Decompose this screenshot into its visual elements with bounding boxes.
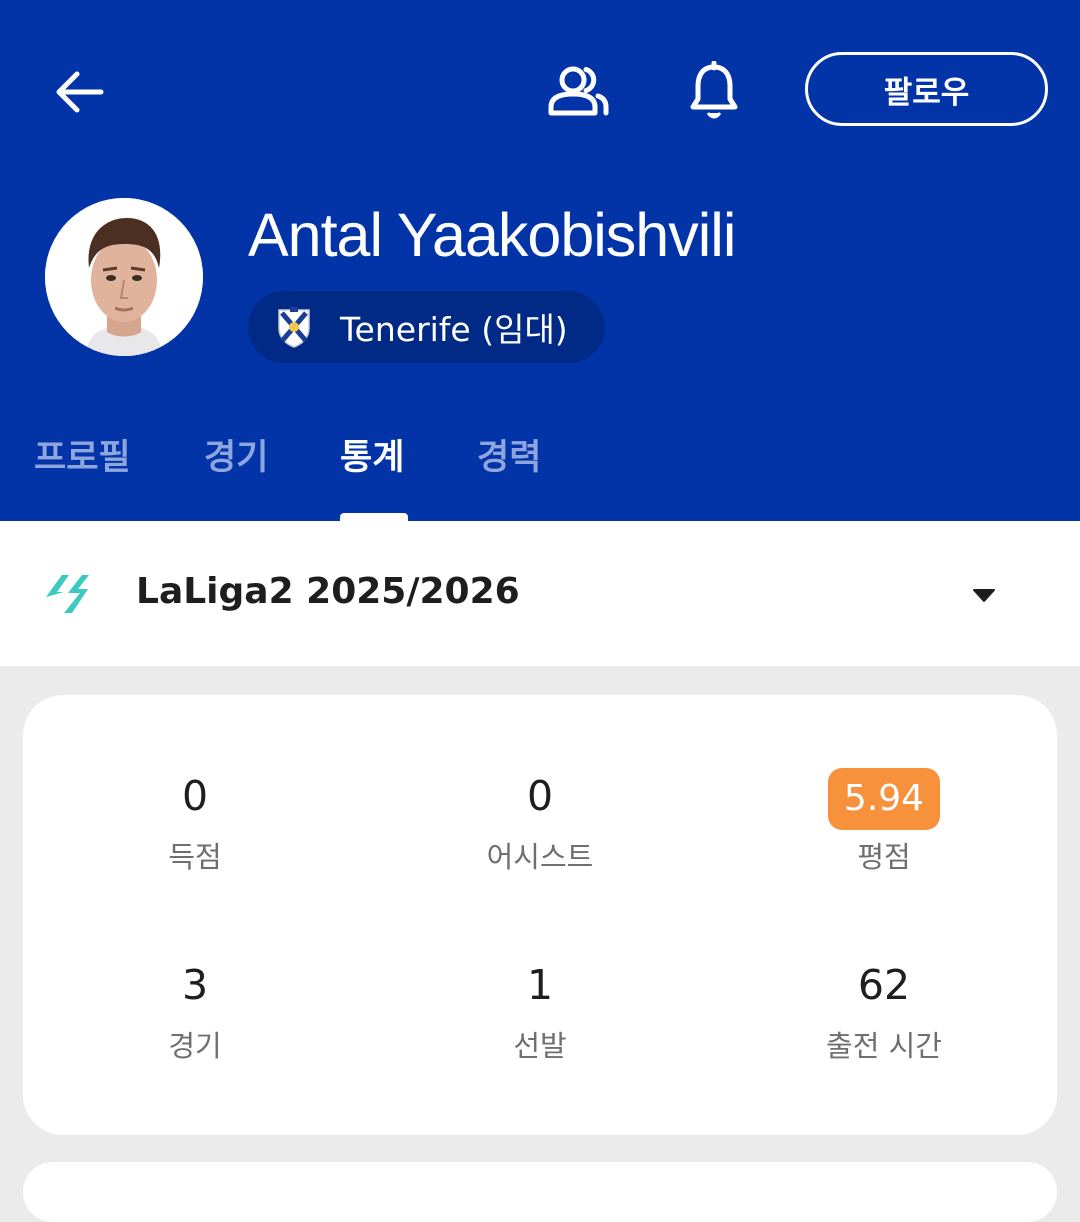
stat-value: 62 [857, 961, 911, 1009]
laliga-logo-icon [46, 575, 89, 613]
stat-goals: 0 득점 [45, 771, 345, 876]
tab-bar: 프로필 경기 통계 경력 [0, 425, 1080, 521]
back-button[interactable] [44, 60, 114, 124]
stat-label: 어시스트 [486, 840, 594, 874]
stat-label: 득점 [168, 840, 222, 874]
season-stats-card: 0 득점 0 어시스트 5.94 평점 3 경기 1 선발 62 출전 시간 [23, 695, 1057, 1135]
tenerife-crest-icon [278, 307, 310, 348]
bell-icon [690, 61, 738, 119]
stat-value: 3 [181, 961, 209, 1009]
stat-assists: 0 어시스트 [390, 771, 690, 876]
people-icon [548, 66, 609, 116]
player-header: 팔로우 Antal Yaakobishvili Tenerife (임대) 프로… [0, 0, 1080, 521]
stat-label: 경기 [168, 1029, 222, 1063]
league-season-label: LaLiga2 2025/2026 [136, 571, 520, 612]
tab-matches[interactable]: 경기 [204, 429, 268, 480]
player-avatar [45, 198, 203, 356]
stat-label: 선발 [513, 1029, 567, 1063]
stat-value: 1 [526, 961, 554, 1009]
next-stats-card [23, 1162, 1057, 1222]
player-name: Antal Yaakobishvili [248, 201, 736, 269]
league-season-selector[interactable]: LaLiga2 2025/2026 [0, 521, 1080, 666]
stat-starts: 1 선발 [390, 960, 690, 1065]
stat-label: 평점 [857, 840, 911, 874]
rating-badge: 5.94 [827, 768, 941, 830]
tab-profile[interactable]: 프로필 [34, 429, 131, 480]
caret-down-icon [973, 589, 995, 602]
notification-button[interactable] [680, 56, 748, 126]
active-tab-indicator [340, 513, 408, 521]
team-name: Tenerife (임대) [340, 310, 568, 349]
follow-button[interactable]: 팔로우 [805, 52, 1048, 126]
squad-button[interactable] [540, 58, 616, 124]
tab-stats[interactable]: 통계 [340, 429, 404, 480]
arrow-left-icon [56, 71, 104, 113]
stat-label: 출전 시간 [826, 1029, 942, 1063]
stat-minutes-played: 62 출전 시간 [734, 960, 1034, 1065]
stat-rating: 5.94 평점 [734, 768, 1034, 876]
stat-value: 0 [181, 772, 209, 820]
stat-value: 0 [526, 772, 554, 820]
team-chip[interactable]: Tenerife (임대) [248, 291, 605, 363]
tab-career[interactable]: 경력 [477, 429, 541, 480]
stat-matches: 3 경기 [45, 960, 345, 1065]
